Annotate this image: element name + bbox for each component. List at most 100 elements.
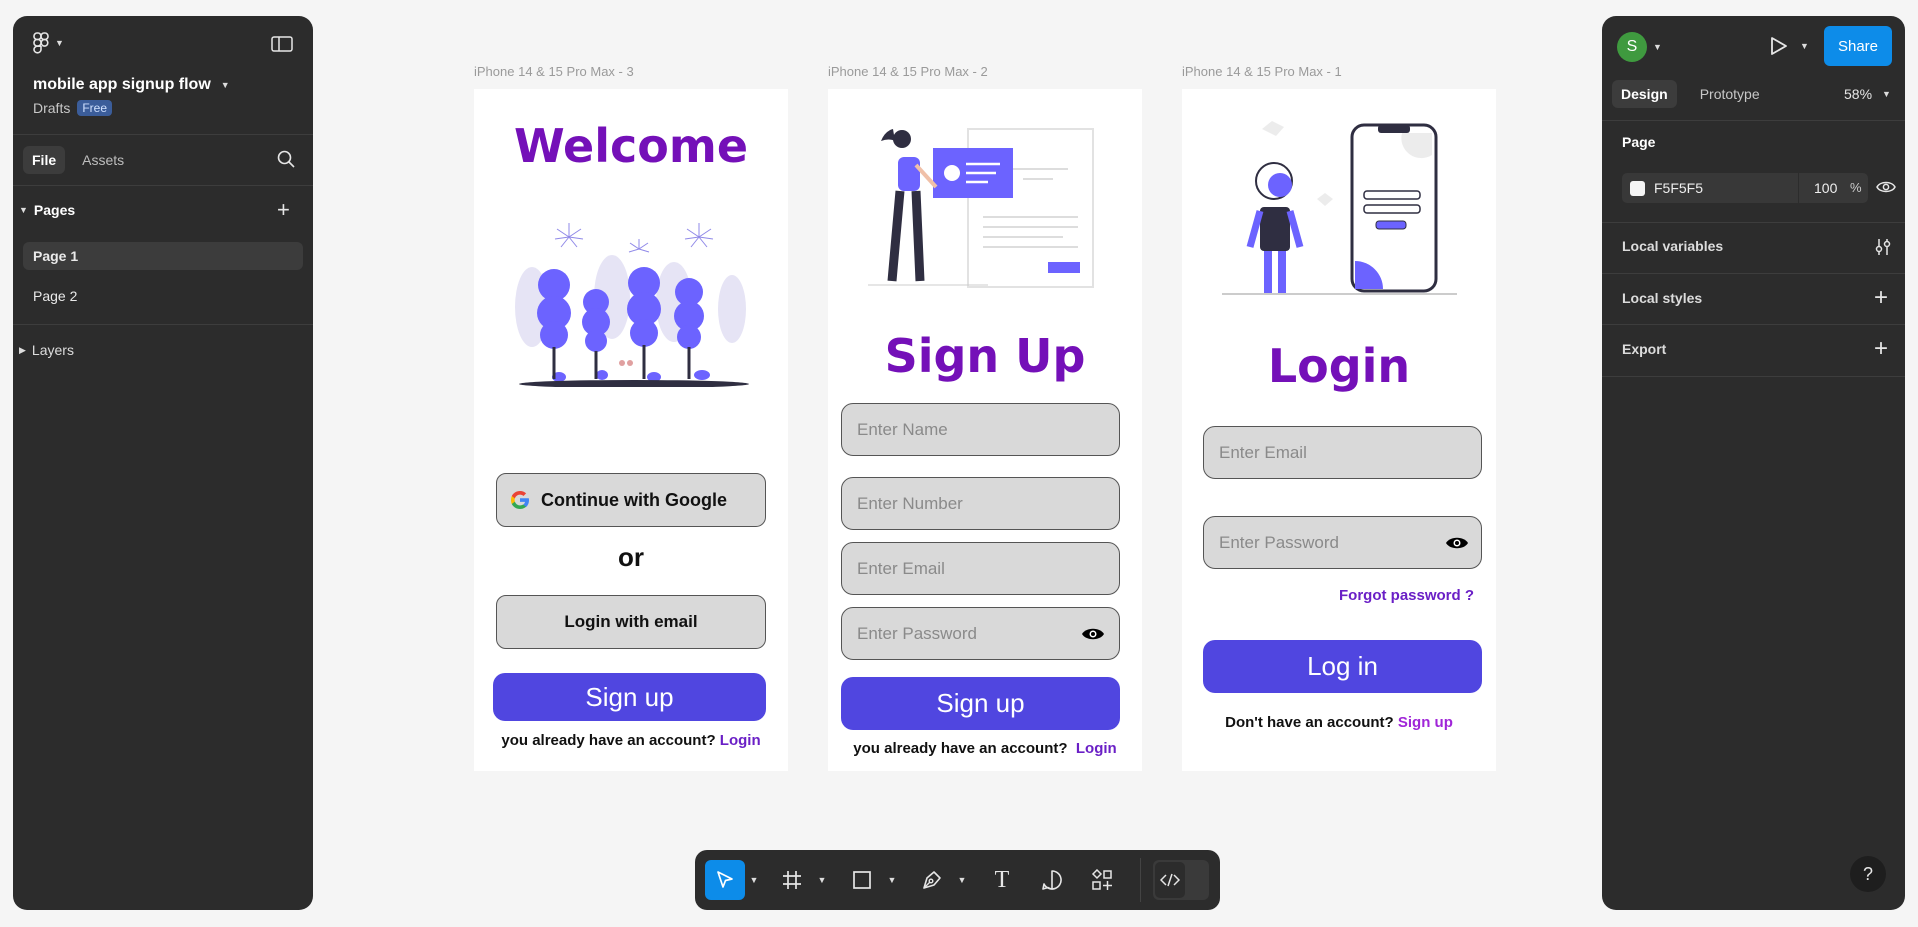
- move-tool-icon[interactable]: [705, 860, 745, 900]
- plus-icon[interactable]: +: [1874, 284, 1888, 312]
- login-button[interactable]: Log in: [1203, 640, 1482, 693]
- signup-footer: you already have an account? Login: [828, 740, 1142, 757]
- google-button-label: Continue with Google: [541, 489, 727, 510]
- zoom-menu[interactable]: 58% ▼: [1844, 86, 1904, 102]
- dev-mode-toggle[interactable]: [1153, 860, 1209, 900]
- project-name[interactable]: Drafts: [33, 100, 70, 116]
- login-illustration: [1222, 121, 1457, 295]
- plus-icon[interactable]: +: [277, 199, 290, 221]
- chevron-down-icon[interactable]: ▼: [887, 860, 897, 900]
- plus-icon[interactable]: +: [1874, 335, 1888, 363]
- tab-file[interactable]: File: [23, 146, 66, 174]
- figma-logo-icon: [33, 32, 49, 54]
- frame-label-login[interactable]: iPhone 14 & 15 Pro Max - 1: [1182, 64, 1342, 79]
- help-label: ?: [1862, 863, 1873, 884]
- left-sidebar: ▼ mobile app signup flow ▼ Drafts Free F…: [13, 16, 313, 910]
- rectangle-tool-icon[interactable]: [845, 860, 879, 900]
- page-section-heading: Page: [1622, 134, 1656, 150]
- local-variables-heading[interactable]: Local variables: [1622, 238, 1723, 254]
- percent-sign: %: [1850, 180, 1862, 195]
- color-swatch[interactable]: [1630, 181, 1645, 196]
- name-input[interactable]: Enter Name: [841, 403, 1120, 456]
- footer-text: you already have an account?: [501, 732, 716, 749]
- dev-mode-icon: [1155, 862, 1185, 898]
- help-icon[interactable]: ?: [1850, 856, 1886, 892]
- google-logo-icon: [509, 489, 531, 511]
- share-button[interactable]: Share: [1824, 26, 1892, 66]
- frame-signup[interactable]: Sign Up Enter Name Enter Number Enter Em…: [828, 89, 1142, 771]
- local-styles-heading[interactable]: Local styles: [1622, 290, 1702, 306]
- page-opacity[interactable]: 100: [1814, 180, 1837, 196]
- number-input[interactable]: Enter Number: [841, 477, 1120, 530]
- password-placeholder: Enter Password: [857, 623, 977, 643]
- frame-label-signup[interactable]: iPhone 14 & 15 Pro Max - 2: [828, 64, 988, 79]
- continue-with-google-button[interactable]: Continue with Google: [496, 473, 766, 527]
- welcome-title: Welcome: [513, 119, 749, 173]
- signup-illustration: [868, 128, 1094, 288]
- password-input[interactable]: Enter Password: [1203, 516, 1482, 569]
- avatar: S: [1617, 32, 1647, 62]
- file-name-button[interactable]: mobile app signup flow ▼: [33, 76, 313, 94]
- layers-section-header[interactable]: ▶ Layers: [19, 342, 313, 358]
- pen-tool-icon[interactable]: [915, 860, 949, 900]
- email-input[interactable]: Enter Email: [1203, 426, 1482, 479]
- eye-icon[interactable]: [1445, 535, 1469, 556]
- chevron-down-icon: ▼: [19, 205, 28, 215]
- forgot-password-link[interactable]: Forgot password ?: [1339, 587, 1474, 604]
- chevron-down-icon[interactable]: ▼: [749, 860, 759, 900]
- chevron-down-icon: ▼: [1800, 41, 1809, 51]
- frame-tool-icon[interactable]: [775, 860, 809, 900]
- sidebar-toggle-icon[interactable]: [271, 36, 293, 52]
- eye-icon[interactable]: [1876, 180, 1896, 194]
- search-icon[interactable]: [277, 150, 295, 168]
- export-heading[interactable]: Export: [1622, 341, 1666, 357]
- tab-design[interactable]: Design: [1612, 80, 1677, 108]
- layers-heading: Layers: [31, 342, 74, 358]
- page-item-1[interactable]: Page 1: [23, 242, 303, 270]
- footer-text: Don't have an account?: [1225, 714, 1394, 731]
- pages-heading: Pages: [33, 202, 76, 218]
- chevron-down-icon: ▼: [220, 80, 230, 90]
- signup-link[interactable]: Sign up: [1398, 714, 1453, 731]
- right-sidebar: S ▼ ▼ Share Design Prototype 58% ▼ Page …: [1602, 16, 1905, 910]
- plan-badge: Free: [77, 100, 113, 116]
- chevron-down-icon: ▼: [1882, 89, 1891, 99]
- footer-text: you already have an account?: [853, 740, 1068, 757]
- chevron-right-icon: ▶: [19, 344, 26, 355]
- signup-button[interactable]: Sign up: [493, 673, 766, 721]
- text-tool-icon[interactable]: T: [985, 860, 1019, 900]
- page-item-2[interactable]: Page 2: [23, 282, 303, 310]
- pages-section-header[interactable]: ▼ Pages: [19, 202, 313, 218]
- email-input[interactable]: Enter Email: [841, 542, 1120, 595]
- present-button[interactable]: ▼: [1770, 36, 1820, 56]
- page-color-field[interactable]: F5F5F5 100 %: [1622, 173, 1868, 203]
- frame-login[interactable]: Login Enter Email Enter Password Forgot …: [1182, 89, 1496, 771]
- eye-icon[interactable]: [1081, 626, 1105, 647]
- actions-icon[interactable]: [1085, 860, 1119, 900]
- login-footer: Don't have an account? Sign up: [1182, 714, 1496, 731]
- password-placeholder: Enter Password: [1219, 532, 1339, 552]
- file-name: mobile app signup flow: [33, 76, 211, 93]
- frame-welcome[interactable]: Welcome Continue with Google or Login wi…: [474, 89, 788, 771]
- chevron-down-icon[interactable]: ▼: [957, 860, 967, 900]
- trees-illustration: [515, 223, 749, 387]
- tab-assets[interactable]: Assets: [73, 146, 133, 174]
- password-input[interactable]: Enter Password: [841, 607, 1120, 660]
- signup-button[interactable]: Sign up: [841, 677, 1120, 730]
- welcome-footer: you already have an account? Login: [474, 732, 788, 749]
- login-link[interactable]: Login: [720, 732, 761, 749]
- login-link[interactable]: Login: [1076, 740, 1117, 757]
- comment-tool-icon[interactable]: [1035, 860, 1069, 900]
- main-menu-button[interactable]: ▼: [33, 32, 93, 54]
- login-with-email-button[interactable]: Login with email: [496, 595, 766, 649]
- user-menu-button[interactable]: S ▼: [1617, 32, 1677, 62]
- page-color-hex[interactable]: F5F5F5: [1654, 180, 1703, 196]
- login-title: Login: [1267, 339, 1411, 393]
- variables-icon[interactable]: [1874, 238, 1892, 256]
- chevron-down-icon[interactable]: ▼: [817, 860, 827, 900]
- chevron-down-icon: ▼: [55, 38, 64, 48]
- zoom-level: 58%: [1844, 86, 1873, 102]
- frame-label-welcome[interactable]: iPhone 14 & 15 Pro Max - 3: [474, 64, 634, 79]
- bottom-toolbar: ▼ ▼ ▼ ▼ T: [695, 850, 1220, 910]
- tab-prototype[interactable]: Prototype: [1691, 80, 1769, 108]
